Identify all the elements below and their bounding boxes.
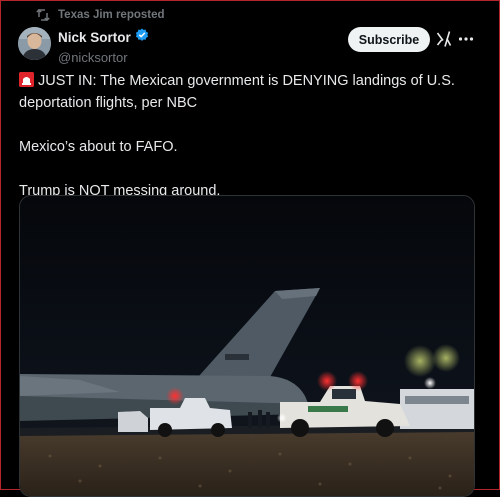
tweet-line-1-text: JUST IN: The Mexican government is DENYI… [19,73,455,111]
more-options-icon[interactable] [458,30,474,48]
repost-label: Texas Jim reposted [58,9,165,21]
subscribe-button[interactable]: Subscribe [348,27,430,52]
repost-icon [36,9,50,21]
author-handle[interactable]: @nicksortor [58,50,149,65]
tweet-line-2: Mexico’s about to FAFO. [19,139,178,155]
avatar[interactable] [18,27,51,60]
repost-indicator[interactable]: Texas Jim reposted [36,9,165,21]
tweet-text: JUST IN: The Mexican government is DENYI… [19,70,479,202]
author-block: Nick Sortor @nicksortor [58,28,149,65]
siren-emoji-icon [19,72,34,87]
night-airfield-photo [20,196,474,496]
tweet-line-1: JUST IN: The Mexican government is DENYI… [19,70,479,114]
tweet-media-image[interactable] [19,195,475,497]
verified-badge-icon [135,28,149,47]
grok-icon[interactable] [436,30,452,48]
author-name[interactable]: Nick Sortor [58,30,131,45]
